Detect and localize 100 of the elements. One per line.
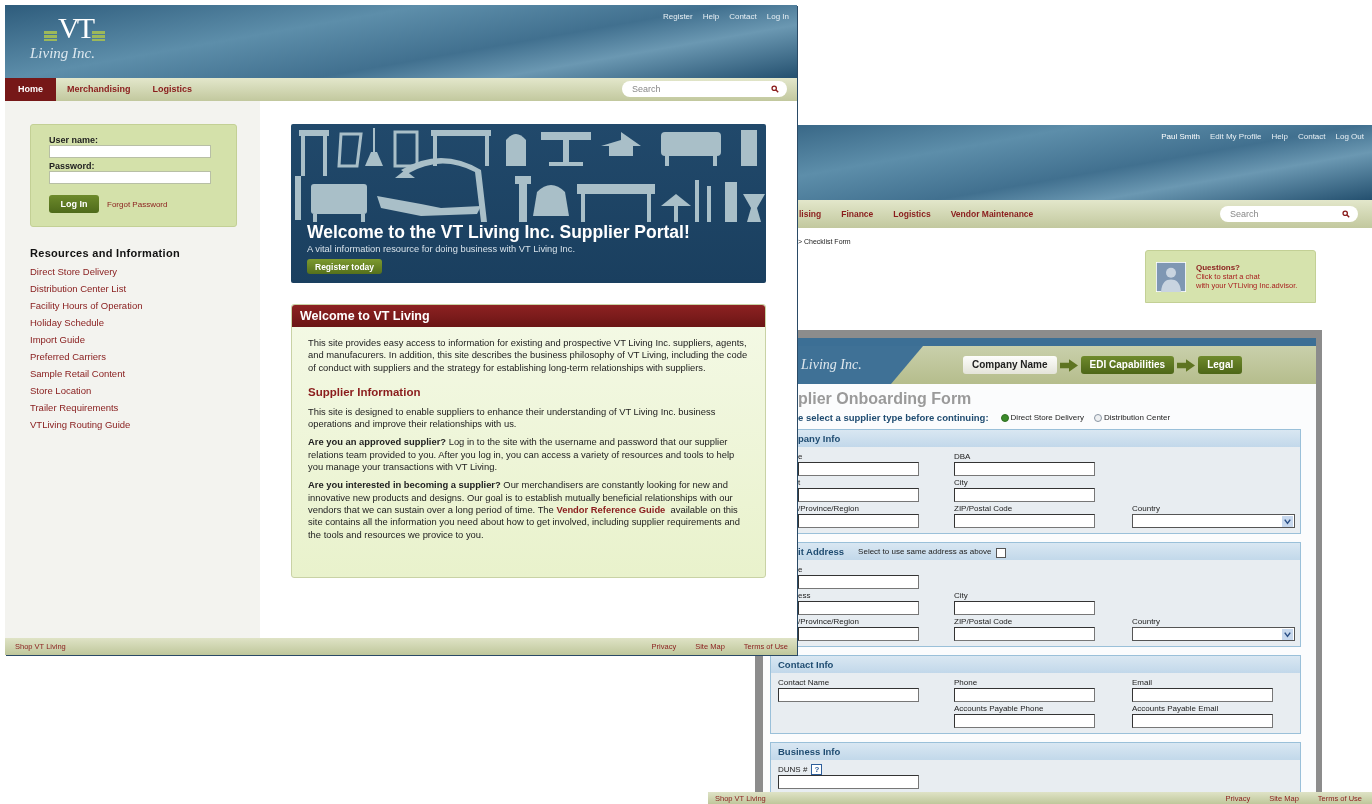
field-label: Email [1132,678,1152,687]
paragraph: Are you interested in becoming a supplier? Our merchandisers are constantly looking for new and innovative new products and designs. Our goal is to establish mutually beneficial relationships with our vendors that we can sustain over a long period of time. The Vendor Reference Guide available on this site contains all the information you need about how to get involved, including supplier requirements and the tools and resources we provice to you. [308,479,742,541]
same-address-option[interactable]: Select to use same address as above [858,545,1006,558]
header-link[interactable]: Edit My Profile [1209,132,1262,141]
field-label: City [954,591,968,600]
password-field[interactable] [49,171,211,184]
field-label: ZIP/Postal Code [954,617,1013,626]
nav-tab[interactable]: Finance [841,209,874,219]
arrow-icon [1059,358,1078,372]
section-title: Contact Info [778,659,834,670]
header-link[interactable]: Contact [1297,132,1326,141]
resource-link[interactable]: Store Location [30,382,260,399]
country-select[interactable] [1132,627,1295,641]
field-label: e [798,565,803,574]
resource-link[interactable]: Sample Retail Content [30,365,260,382]
field-label: User name: [49,135,100,145]
section-title: Business Info [778,746,841,757]
nav-tab[interactable]: Vendor Maintenance [950,209,1034,219]
text-field[interactable] [798,601,919,615]
header-link[interactable]: Help [702,12,720,21]
person-silhouette-icon [1156,261,1186,292]
hero-title: Welcome to the VT Living Inc. Supplier Portal! [307,222,690,243]
text-field[interactable] [954,627,1095,641]
dropdown-arrow-icon[interactable] [1282,628,1293,640]
dropdown-arrow-icon[interactable] [1282,515,1293,527]
text-field[interactable] [798,462,919,476]
step-tab[interactable]: Company Name [963,356,1057,374]
text-field[interactable] [798,488,919,502]
nav-tab[interactable]: Merchandising [56,78,142,101]
radio-option[interactable]: Distribution Center [1093,413,1171,422]
text-field[interactable] [954,462,1095,476]
field-label: /Province/Region [798,504,859,513]
logo-script: Living Inc. [30,45,95,62]
field-label: Accounts Payable Email [1132,704,1219,713]
radio-option[interactable]: Direct Store Delivery [1000,413,1084,422]
nav-tab[interactable]: Logistics [893,209,931,219]
resource-link[interactable]: Distribution Center List [30,280,260,297]
text-field[interactable] [954,688,1095,702]
field-label: ZIP/Postal Code [954,504,1013,513]
form-title: plier Onboarding Form [797,390,973,408]
nav-tab[interactable]: lising [799,209,822,219]
text-field[interactable] [1132,714,1273,728]
field-label: Country [1132,617,1160,626]
header-link[interactable]: Log Out [1335,132,1364,141]
field-label: DUNS # [778,765,808,774]
vendor-guide-link[interactable]: Vendor Reference Guide [556,503,666,515]
field-label: Contact Name [778,678,830,687]
field-label: Country [1132,504,1160,513]
arrow-icon [1177,358,1196,372]
field-label: DBA [954,452,971,461]
field-label: /Province/Region [798,617,859,626]
nav-tab[interactable]: Home [5,78,56,101]
resource-link[interactable]: Holiday Schedule [30,314,260,331]
resources-heading: Resources and Information [30,247,181,259]
text-field[interactable] [1132,688,1273,702]
resource-link[interactable]: Facility Hours of Operation [30,297,260,314]
search-icon[interactable] [1342,210,1350,218]
radio-button[interactable] [1093,413,1102,422]
step-tab[interactable]: EDI Capabilities [1080,356,1175,374]
username-field[interactable] [49,145,211,158]
text-field[interactable] [954,601,1095,615]
field-label: t [798,478,801,487]
search-field[interactable]: Search [622,81,787,97]
text-field[interactable] [954,714,1095,728]
text-field[interactable] [798,627,919,641]
panel-title: Welcome to VT Living [300,309,430,323]
resource-link[interactable]: Trailer Requirements [30,399,260,416]
checkbox[interactable] [995,548,1006,558]
resource-link[interactable]: Import Guide [30,331,260,348]
search-icon[interactable] [771,85,779,93]
resource-link[interactable]: Preferred Carriers [30,348,260,365]
header-link[interactable]: Help [1271,132,1288,141]
field-label: Accounts Payable Phone [954,704,1044,713]
radio-button[interactable] [1000,413,1009,422]
nav-tab[interactable]: Logistics [141,78,204,101]
chat-title: Questions? [1196,263,1241,272]
search-field[interactable]: Search [1220,206,1358,222]
field-label: Phone [954,678,978,687]
header-link[interactable]: Log In [766,12,789,21]
header-link[interactable]: Contact [729,12,757,21]
register-button[interactable]: Register today [307,259,383,274]
header-link[interactable]: Register [662,12,693,21]
country-select[interactable] [1132,514,1295,528]
field-label: Password: [49,161,96,171]
hero-subtitle: A vital information resource for doing business with VT Living Inc. [307,244,576,254]
login-button[interactable]: Log In [49,195,99,213]
text-field[interactable] [798,575,919,589]
section-heading: Supplier Information [308,385,422,398]
logo-script: Living Inc. [801,357,862,373]
text-field[interactable] [778,688,919,702]
text-field[interactable] [798,514,919,528]
text-field[interactable] [954,514,1095,528]
forgot-password-link[interactable]: Forgot Password [107,199,168,209]
paragraph: Are you an approved supplier? Log in to the site with the username and password that our supplier relations team provided to you. After you log in, you can access a variety of resources and tools to help you manage your transactions with VT Living. [308,436,736,474]
text-field[interactable] [778,775,919,789]
text-field[interactable] [954,488,1095,502]
resource-link[interactable]: VTLiving Routing Guide [30,416,260,433]
resource-link[interactable]: Direct Store Delivery [30,263,260,280]
field-label: ess [798,591,811,600]
step-tab[interactable]: Legal [1198,356,1243,374]
